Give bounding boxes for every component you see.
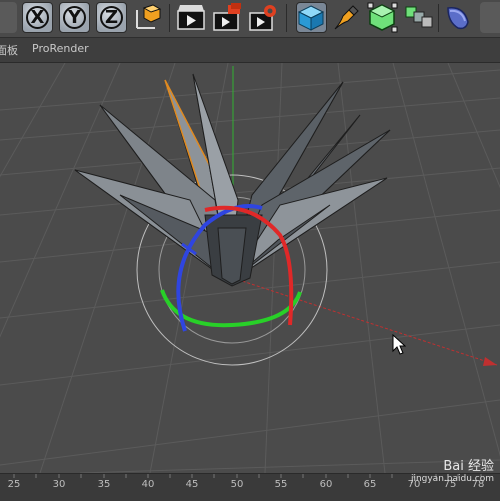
x-axis-label: X (30, 7, 45, 28)
timeline-tick: 55 (274, 479, 288, 490)
world-x-axis-arrow (483, 357, 497, 366)
mouse-cursor-icon (392, 334, 406, 355)
timeline-tick: 35 (97, 479, 111, 490)
watermark-url: jingyan.baidu.com (410, 474, 494, 484)
toolbar-undo-fragment[interactable] (0, 2, 17, 33)
timeline-tick: 40 (141, 479, 155, 490)
coordinate-system-button[interactable] (131, 2, 162, 33)
render-settings-icon (249, 5, 276, 31)
tab-panel[interactable]: 面板 (0, 42, 18, 58)
toolbar-separator (286, 4, 287, 32)
cloner-icon (405, 6, 433, 28)
viewport-scene (0, 63, 500, 473)
render-settings-button[interactable] (248, 2, 279, 33)
tab-prorender[interactable]: ProRender (32, 42, 89, 55)
render-view-icon (177, 5, 205, 30)
pen-button[interactable] (331, 2, 362, 33)
baidu-watermark: Bai 经验 jingyan.baidu.com (411, 455, 494, 484)
perspective-viewport[interactable] (0, 63, 500, 473)
main-toolbar: X Y Z (0, 0, 500, 38)
y-axis-label: Y (67, 7, 82, 28)
timeline-tick: 65 (363, 479, 377, 490)
y-axis-lock-button[interactable]: Y (59, 2, 90, 33)
timeline-tick: 60 (319, 479, 333, 490)
cube-icon (297, 5, 325, 31)
render-picture-viewer-icon (213, 3, 241, 31)
cloner-button[interactable] (403, 2, 434, 33)
toolbar-separator (169, 4, 170, 32)
deformer-icon (447, 7, 469, 30)
watermark-brand: Bai 经验 (443, 459, 494, 474)
render-view-button[interactable] (176, 2, 207, 33)
subdivision-surface-icon (367, 2, 398, 33)
viewport-tab-bar: 面板 ProRender (0, 38, 500, 63)
z-axis-label: Z (104, 7, 119, 28)
toolbar-overflow[interactable] (480, 2, 500, 33)
pen-icon (334, 5, 359, 30)
timeline-tick: 25 (7, 479, 21, 490)
subdivision-surface-button[interactable] (367, 2, 398, 33)
deformer-button[interactable] (442, 2, 473, 33)
cube-button[interactable] (296, 2, 327, 33)
x-axis-lock-button[interactable]: X (22, 2, 53, 33)
timeline-tick: 50 (230, 479, 244, 490)
coordinate-system-icon (136, 4, 162, 29)
toolbar-separator (438, 4, 439, 32)
timeline-tick: 45 (185, 479, 199, 490)
render-picture-viewer-button[interactable] (212, 2, 243, 33)
z-axis-lock-button[interactable]: Z (96, 2, 127, 33)
timeline-tick: 30 (52, 479, 66, 490)
